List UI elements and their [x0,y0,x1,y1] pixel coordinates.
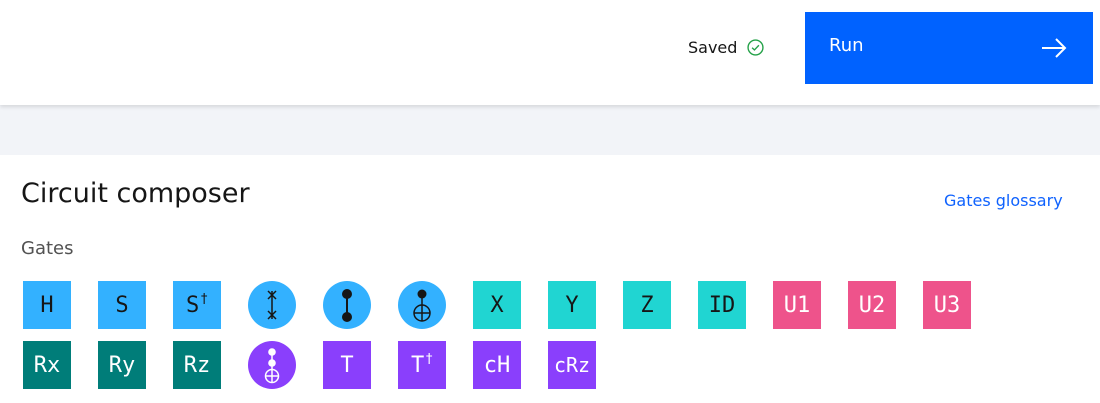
gate-cz[interactable] [323,281,371,329]
gate-u3[interactable]: U3 [923,281,971,329]
gate-tdg[interactable]: T † [398,341,446,389]
gate-label: cH [483,352,511,378]
gate-label: ID [708,292,736,318]
gate-label: T [340,352,354,378]
gate-crz[interactable]: cRz [548,341,596,389]
gate-h[interactable]: H [23,281,71,329]
run-button-label: Run [829,34,864,56]
gate-label: Y [565,292,579,318]
gate-swap[interactable] [248,281,296,329]
gate-label: Z [640,292,654,318]
gate-t[interactable]: T [323,341,371,389]
gate-label: U3 [933,292,961,318]
gate-u1[interactable]: U1 [773,281,821,329]
gate-rx[interactable]: Rx [23,341,71,389]
gate-y[interactable]: Y [548,281,596,329]
gate-label: U2 [858,292,886,318]
gate-rz[interactable]: Rz [173,341,221,389]
header-bar: Saved Run [0,0,1100,105]
run-button[interactable]: Run [805,12,1093,84]
gate-sdg[interactable]: S † [173,281,221,329]
check-circle-icon [747,38,765,56]
gate-label: X [490,292,504,318]
gate-label: S [185,292,200,318]
gate-x[interactable]: X [473,281,521,329]
arrow-right-icon [1042,38,1067,58]
gate-label: T [410,352,425,378]
gate-label: cRz [553,353,591,377]
gate-label: Rx [33,352,61,378]
gate-label: Ry [108,352,136,378]
gate-label: H [40,292,54,318]
gate-dagger: † [425,351,434,367]
gate-toffoli[interactable] [248,341,296,389]
cnot-icon [413,289,431,322]
gate-dagger: † [200,291,209,307]
gate-label: S [115,292,129,318]
saved-label: Saved [688,37,738,57]
gate-z[interactable]: Z [623,281,671,329]
swap-icon [267,290,277,320]
gate-ch[interactable]: cH [473,341,521,389]
controlled-z-icon [342,289,352,322]
toffoli-icon [264,348,280,384]
gate-ry[interactable]: Ry [98,341,146,389]
gate-id[interactable]: ID [698,281,746,329]
gates-glossary-link[interactable]: Gates glossary [944,191,1063,210]
gates-heading: Gates [21,238,74,259]
save-status: Saved [688,37,765,57]
gate-label: U1 [783,292,811,318]
gate-s[interactable]: S [98,281,146,329]
page-title: Circuit composer [21,178,250,209]
gate-cnot[interactable] [398,281,446,329]
gate-u2[interactable]: U2 [848,281,896,329]
gate-label: Rz [183,352,211,378]
divider-band [0,105,1100,155]
